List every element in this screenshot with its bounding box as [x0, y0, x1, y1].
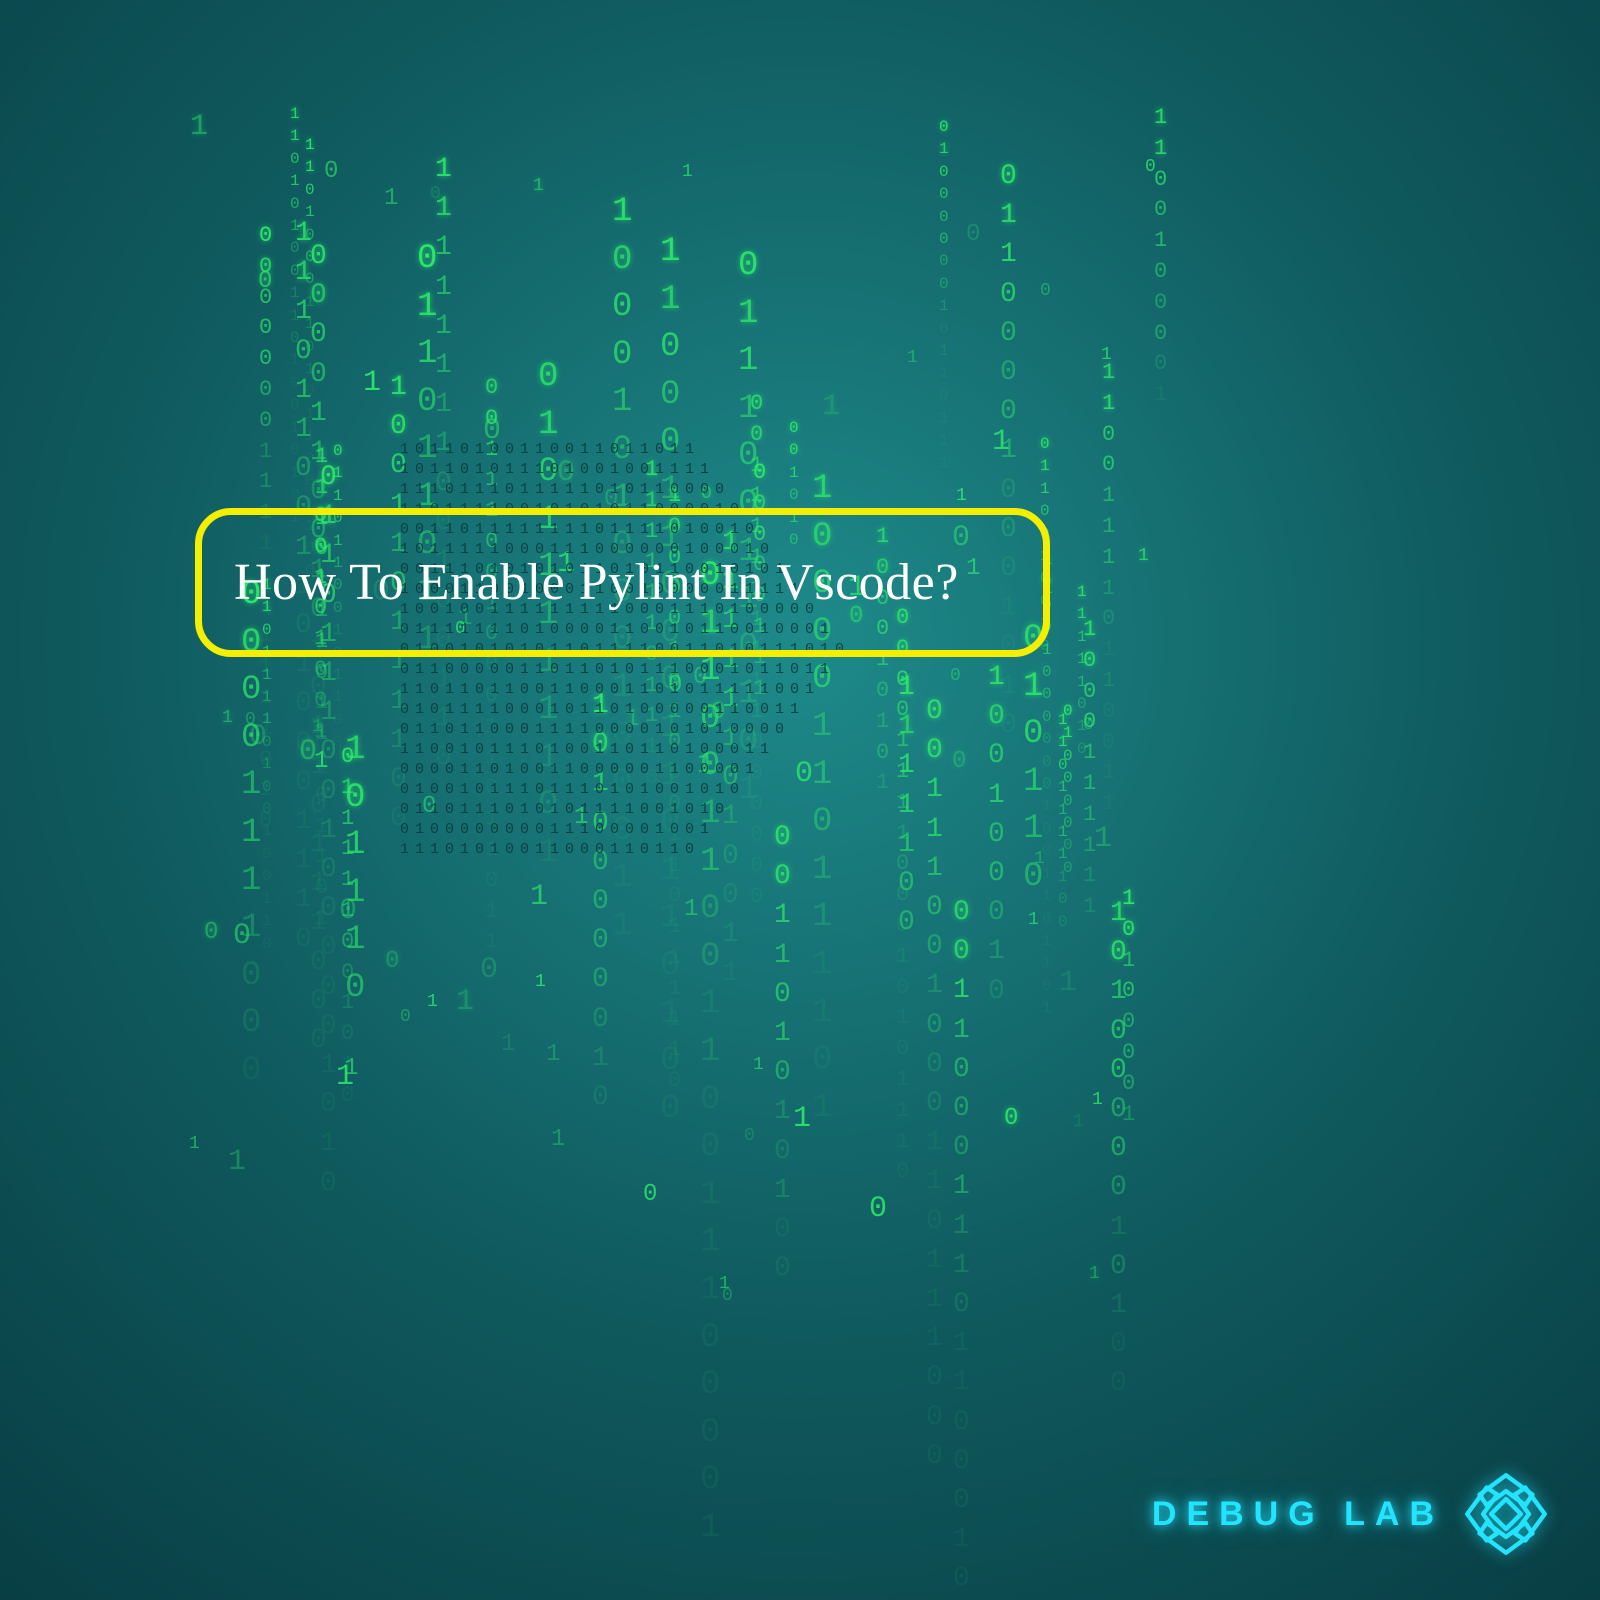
stage: 0011100100011011011101000000101000101011… [0, 0, 1600, 1600]
page-title: How To Enable Pylint In Vscode? [234, 553, 1011, 612]
brand-mark-icon [1462, 1470, 1550, 1558]
brand-logo: DEBUG LAB [1152, 1470, 1550, 1558]
title-box: How To Enable Pylint In Vscode? [195, 508, 1050, 657]
brand-name: DEBUG LAB [1152, 1495, 1444, 1534]
